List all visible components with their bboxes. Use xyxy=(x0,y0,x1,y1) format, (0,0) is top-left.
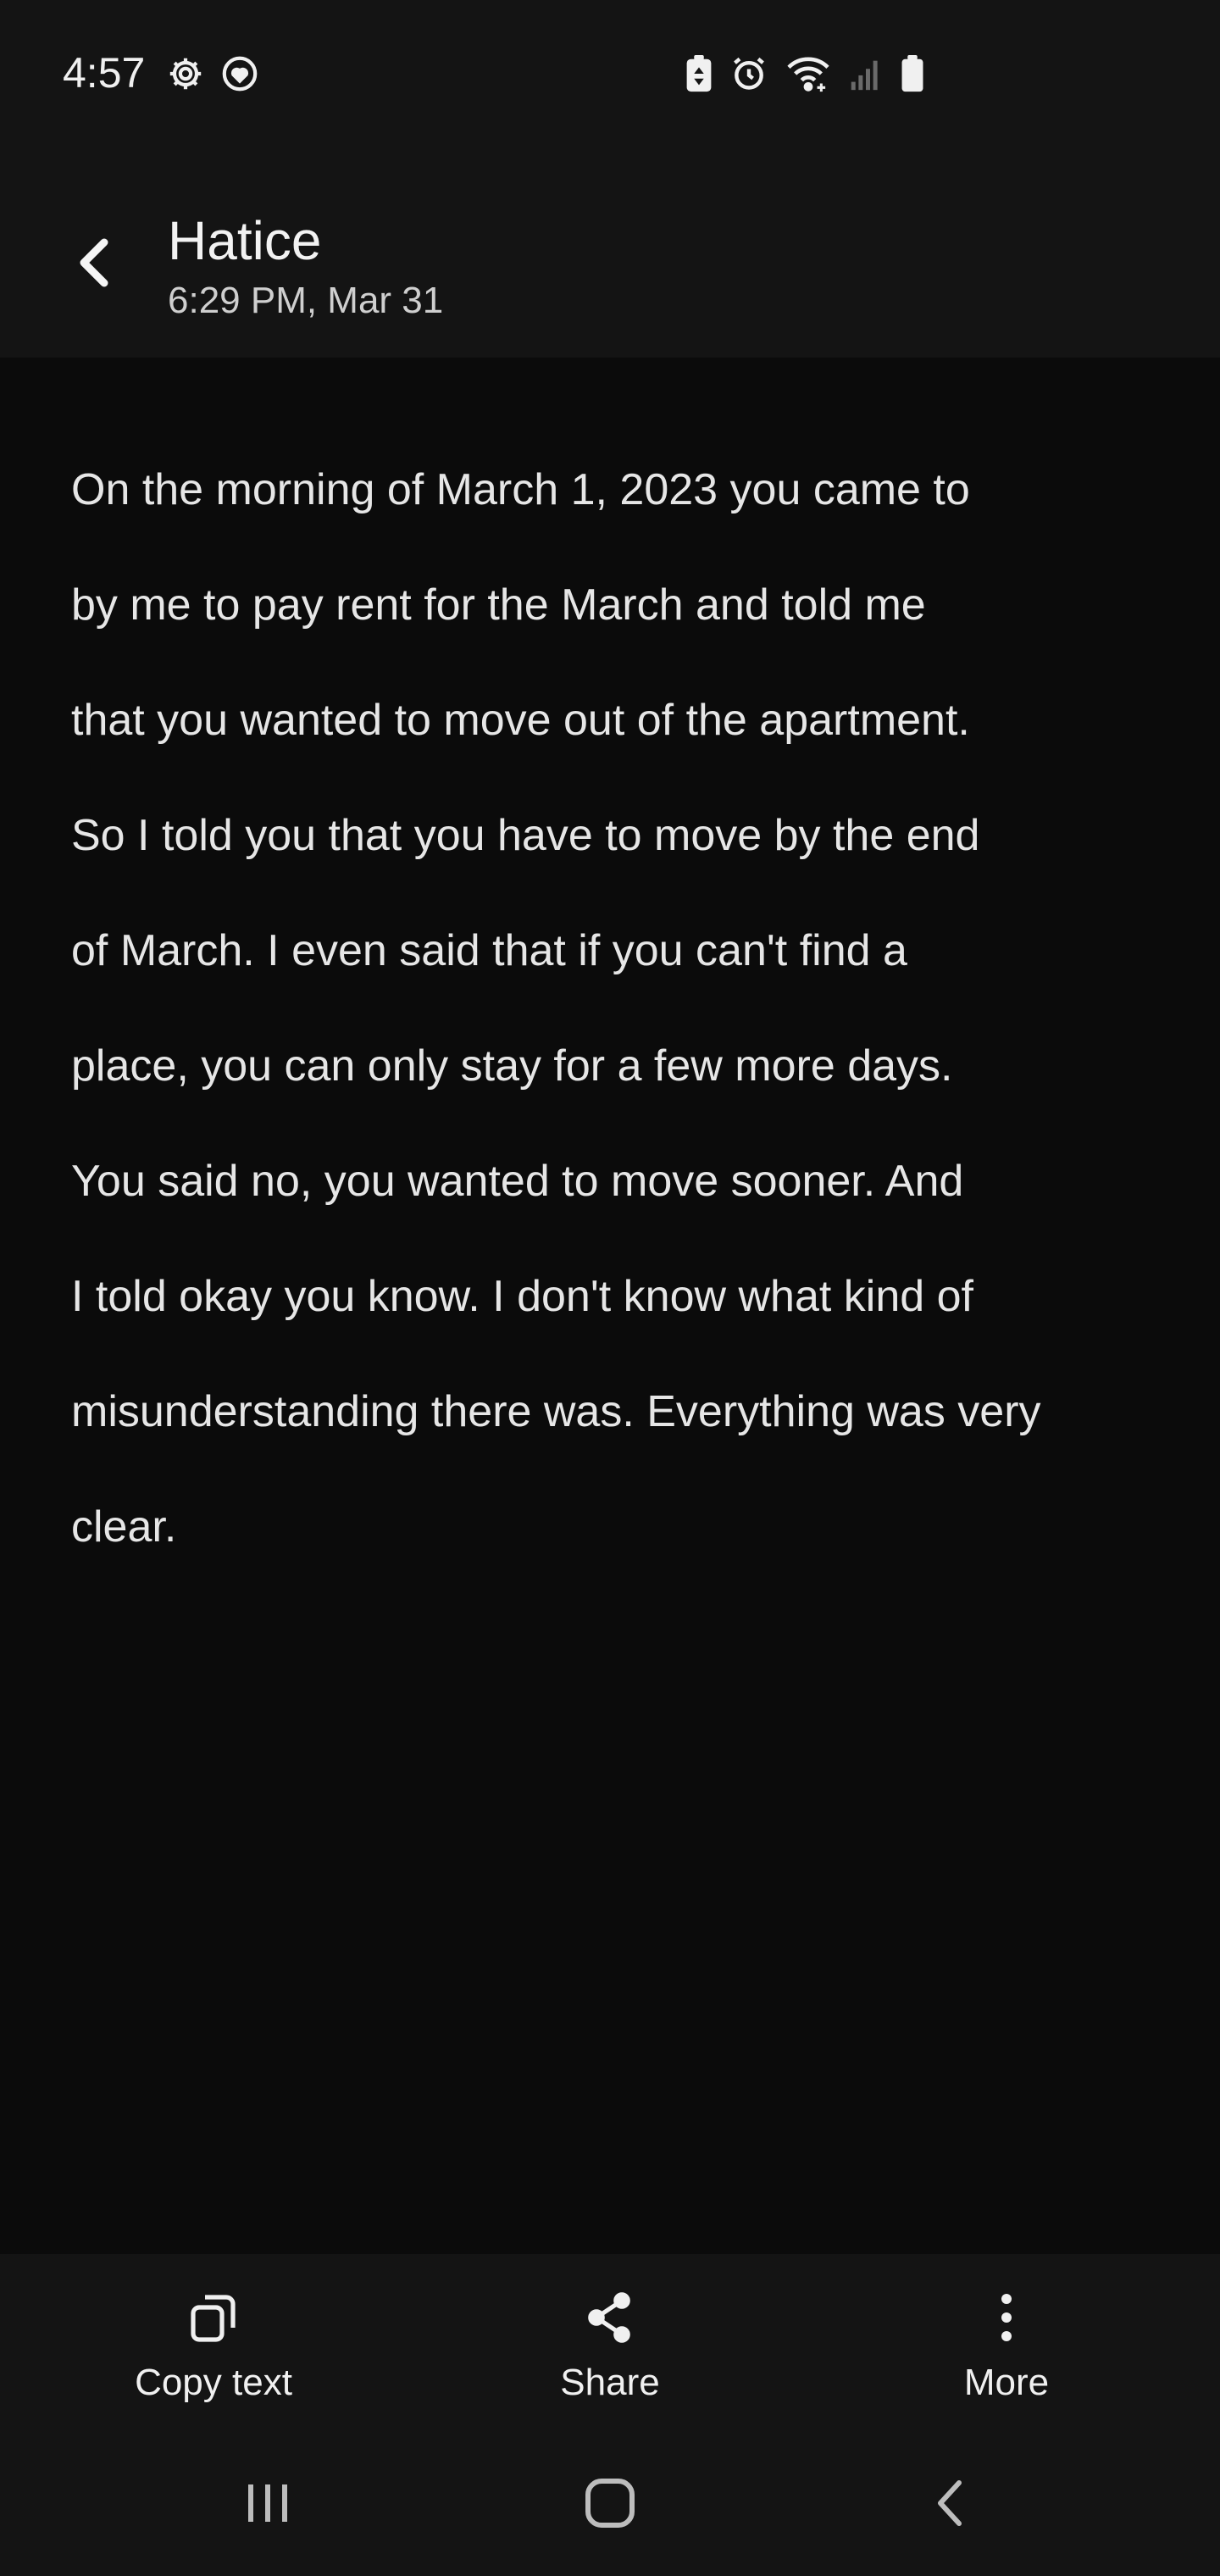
more-vertical-icon xyxy=(998,2288,1015,2347)
message-line: clear. xyxy=(71,1502,177,1552)
message-line: place, you can only stay for a few more … xyxy=(71,1041,953,1091)
status-bar: 4:57 xyxy=(0,0,1220,161)
back-icon xyxy=(934,2476,968,2530)
recents-button[interactable] xyxy=(208,2461,327,2545)
message-line: that you wanted to move out of the apart… xyxy=(71,696,970,745)
status-left-icons xyxy=(166,54,259,93)
share-icon xyxy=(585,2288,635,2347)
action-bar: Copy text Share More xyxy=(0,2254,1220,2430)
message-line: by me to pay rent for the March and told… xyxy=(71,580,926,630)
message-line: misunderstanding there was. Everything w… xyxy=(71,1387,1041,1436)
battery-saver-icon xyxy=(685,54,713,93)
chevron-left-icon xyxy=(75,236,113,290)
sender-name: Hatice xyxy=(168,210,322,271)
message-line: of March. I even said that if you can't … xyxy=(71,926,907,975)
home-icon xyxy=(583,2476,637,2530)
message-line: On the morning of March 1, 2023 you came… xyxy=(71,465,970,514)
home-button[interactable] xyxy=(551,2461,669,2545)
alarm-icon xyxy=(730,54,768,93)
back-button[interactable] xyxy=(66,229,122,297)
battery-icon xyxy=(900,54,925,93)
heart-badge-icon xyxy=(220,54,259,93)
message-timestamp: 6:29 PM, Mar 31 xyxy=(168,280,444,321)
nav-back-button[interactable] xyxy=(891,2461,1010,2545)
recents-icon xyxy=(242,2479,293,2527)
signal-icon xyxy=(849,54,883,93)
status-right-icons xyxy=(685,54,925,93)
share-label: Share xyxy=(560,2362,660,2403)
message-body: On the morning of March 1, 2023 you came… xyxy=(71,403,1164,1613)
copy-text-button[interactable]: Copy text xyxy=(61,2288,366,2405)
more-label: More xyxy=(963,2362,1050,2403)
navigation-bar xyxy=(0,2430,1220,2576)
share-button[interactable]: Share xyxy=(458,2288,762,2405)
wifi-icon xyxy=(785,54,832,93)
copy-icon xyxy=(188,2288,239,2347)
message-header: Hatice 6:29 PM, Mar 31 xyxy=(0,161,1220,358)
more-button[interactable]: More xyxy=(854,2288,1159,2405)
message-line: I told okay you know. I don't know what … xyxy=(71,1272,973,1321)
settings-gear-icon xyxy=(166,54,205,93)
copy-text-label: Copy text xyxy=(135,2362,292,2403)
message-line: So I told you that you have to move by t… xyxy=(71,811,980,860)
status-time: 4:57 xyxy=(63,49,146,97)
message-line: You said no, you wanted to move sooner. … xyxy=(71,1157,964,1206)
